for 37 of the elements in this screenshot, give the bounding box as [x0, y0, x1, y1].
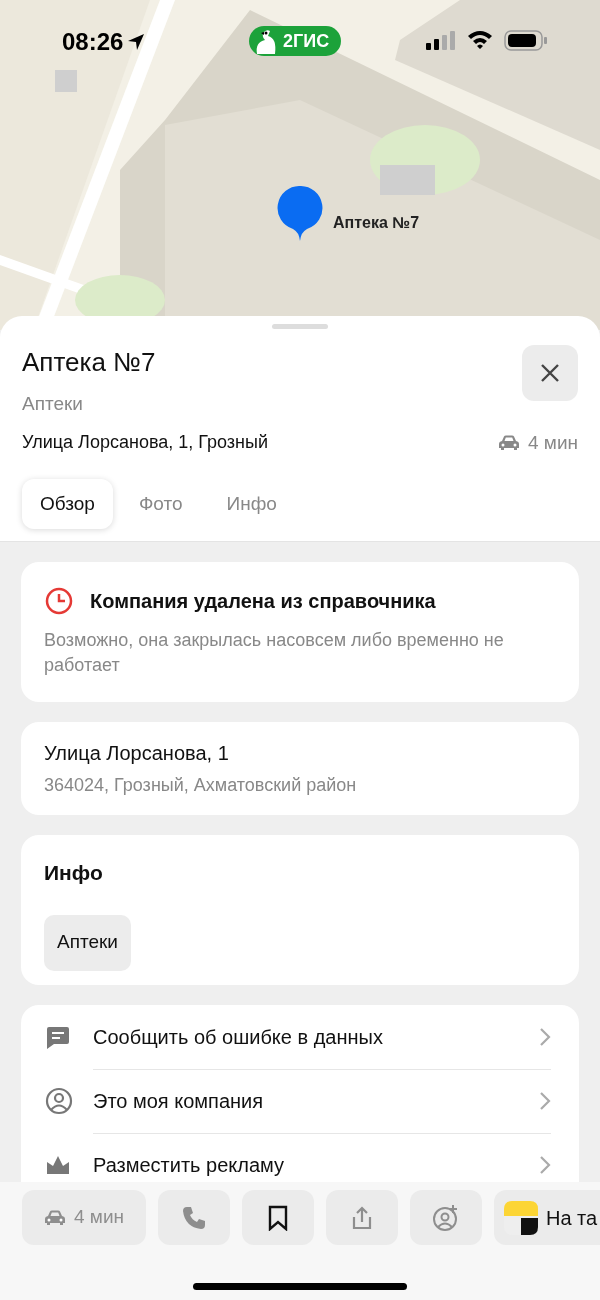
marker-label: Аптека №7: [333, 213, 420, 233]
tab[interactable]: Инфо: [208, 479, 295, 529]
chevron-right-icon: [539, 1091, 551, 1111]
chevron-right-icon: [539, 1155, 551, 1175]
user-circle-icon: [45, 1086, 73, 1115]
map-pin-icon: [277, 186, 323, 242]
close-button[interactable]: [522, 345, 578, 401]
travel-time: 4 мин: [528, 430, 578, 455]
street-address: Улица Лорсанова, 1: [44, 741, 230, 766]
action-item[interactable]: Сообщить об ошибке в данных: [21, 1004, 579, 1069]
car-icon: [498, 434, 520, 451]
chevron-right-icon: [539, 1026, 551, 1047]
action-item[interactable]: Это моя компания: [21, 1068, 579, 1133]
place-address: Улица Лорсанова, 1, Грозный: [22, 431, 269, 455]
phone-icon: [181, 1204, 207, 1231]
category-tag[interactable]: Аптеки: [44, 914, 131, 971]
app-badge: 2ГИС: [249, 26, 342, 56]
bookmark-button[interactable]: [242, 1190, 314, 1245]
clock-icon: [44, 586, 74, 616]
notice-title: Компания удалена из справочника: [90, 589, 436, 614]
bookmark-icon: [268, 1204, 288, 1231]
tab[interactable]: Обзор: [22, 479, 113, 529]
close-icon: [540, 363, 560, 383]
tab[interactable]: Фото: [120, 479, 201, 529]
location-arrow-icon: [127, 33, 146, 51]
status-time: 08:26: [62, 27, 124, 57]
info-title: Инфо: [44, 860, 104, 886]
signal-icon: [426, 30, 458, 50]
car-icon: [44, 1209, 66, 1226]
notice-text: Возможно, она закрылась насовсем либо временно не работает: [44, 629, 505, 677]
address-details: 364024, Грозный, Ахматовский район: [44, 774, 358, 797]
taxi-button[interactable]: На та: [494, 1190, 600, 1245]
place-title: Аптека №7: [22, 346, 156, 379]
battery-icon: [504, 30, 548, 51]
taxi-logo-icon: [504, 1200, 538, 1235]
wifi-icon: [466, 29, 494, 50]
place-category: Аптеки: [22, 392, 84, 416]
